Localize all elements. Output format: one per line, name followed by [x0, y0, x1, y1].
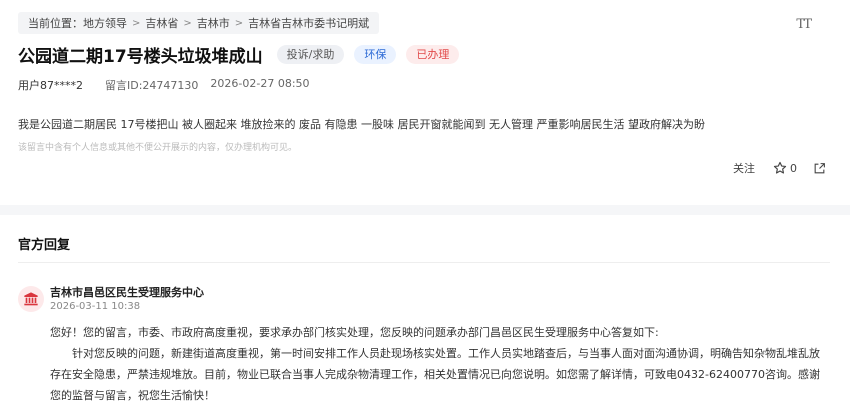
chevron-right-icon: >: [234, 17, 244, 29]
action-bar: 关注 0: [733, 160, 826, 176]
share-button[interactable]: [813, 162, 826, 175]
breadcrumb-item-leader[interactable]: 吉林省吉林市委书记明斌: [248, 15, 369, 31]
avatar: [18, 286, 44, 312]
reply-time: 2026-03-11 10:38: [50, 301, 141, 312]
reply-paragraph: 针对您反映的问题，新建街道高度重视，第一时间安排工作人员赴现场核实处置。工作人员…: [50, 347, 820, 402]
post-meta: 用户87****2 留言ID:24747130 2026-02-27 08:50: [18, 77, 310, 93]
like-button[interactable]: 0: [773, 161, 797, 175]
category-tag: 投诉/求助: [276, 45, 345, 64]
star-icon: [773, 161, 787, 174]
breadcrumb-prefix: 当前位置：: [28, 17, 83, 30]
post-time: 2026-02-27 08:50: [210, 77, 310, 90]
breadcrumb-item-city[interactable]: 吉林市: [197, 15, 230, 31]
font-size-icon[interactable]: TT: [796, 17, 812, 32]
breadcrumb-item-province[interactable]: 吉林省: [145, 15, 178, 31]
privacy-notice: 该留言中含有个人信息或其他不便公开展示的内容，仅办理机构可见。: [18, 143, 298, 153]
share-icon: [814, 162, 825, 173]
message-content: 我是公园道二期居民 17号楼把山 被人圈起来 堆放捡来的 废品 有隐患 一股味 …: [18, 118, 705, 131]
topic-tag: 环保: [354, 45, 397, 64]
chevron-right-icon: >: [132, 17, 141, 29]
message-id: 留言ID:24747130: [105, 79, 199, 92]
government-building-icon: [24, 292, 38, 306]
breadcrumb: 当前位置： 地方领导 > 吉林省 > 吉林市 > 吉林省吉林市委书记明斌: [18, 12, 380, 34]
page-title: 公园道二期17号楼头垃圾堆成山: [18, 47, 263, 67]
reply-content: 您好！您的留言，市委、市政府高度重视，要求承办部门核实处理，您反映的问题承办部门…: [50, 322, 830, 406]
divider: [18, 262, 830, 263]
reply-paragraph: 您好！您的留言，市委、市政府高度重视，要求承办部门核实处理，您反映的问题承办部门…: [50, 326, 659, 339]
follow-button[interactable]: 关注: [733, 160, 755, 176]
title-row: 公园道二期17号楼头垃圾堆成山 投诉/求助 环保 已办理: [18, 42, 460, 67]
reply-org-name: 吉林市昌邑区民生受理服务中心: [50, 286, 204, 299]
reply-section-title: 官方回复: [18, 238, 71, 253]
section-divider: [0, 205, 850, 215]
chevron-right-icon: >: [183, 17, 192, 29]
breadcrumb-item-local-leaders[interactable]: 地方领导: [83, 15, 127, 31]
status-badge: 已办理: [406, 45, 460, 64]
like-count: 0: [790, 161, 797, 175]
user-name: 用户87****2: [18, 79, 83, 92]
